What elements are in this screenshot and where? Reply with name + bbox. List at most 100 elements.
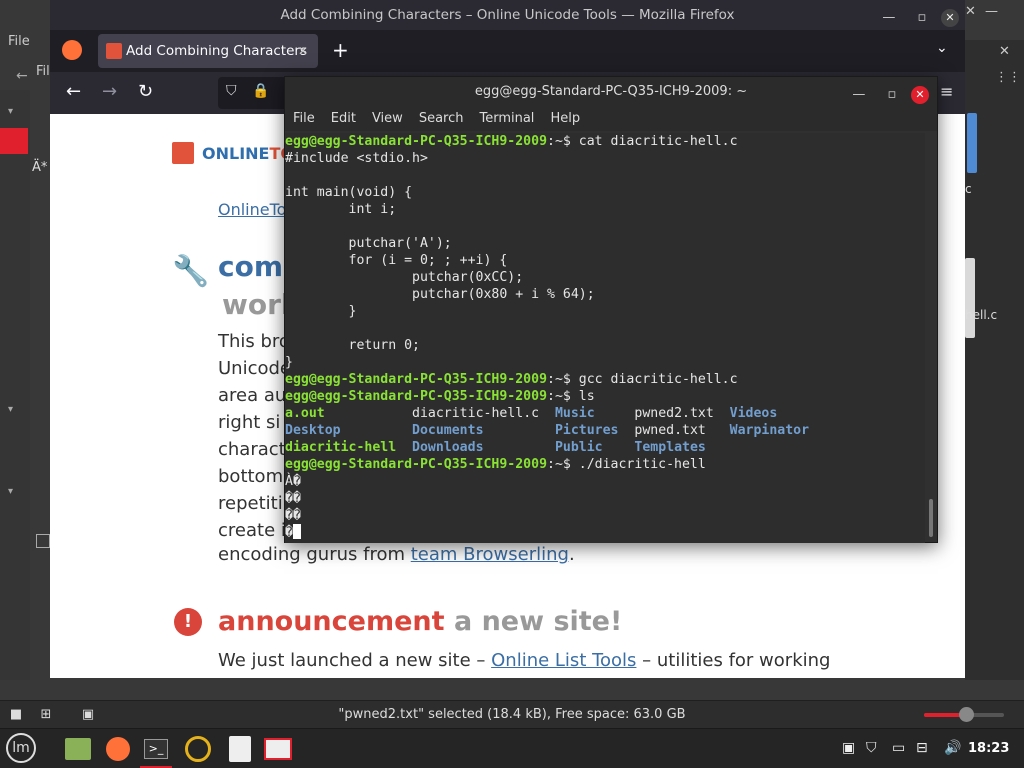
online-list-tools-link[interactable]: Online List Tools <box>491 650 636 671</box>
announcement-rest: a new site! <box>453 606 623 637</box>
close-icon[interactable]: ✕ <box>911 86 929 104</box>
menu-view[interactable]: View <box>364 107 411 130</box>
terminal-output[interactable]: egg@egg-Standard-PC-Q35-ICH9-2009:~$ cat… <box>285 133 925 543</box>
status-text: "pwned2.txt" selected (18.4 kB), Free sp… <box>338 707 686 722</box>
site-logo-text[interactable]: ONLINETO <box>202 144 294 163</box>
browserling-link[interactable]: team Browserling <box>411 544 569 565</box>
panel-toggle-icon[interactable] <box>36 534 50 548</box>
minimize-icon[interactable]: — <box>875 10 903 25</box>
program-output-line: À� <box>285 474 301 489</box>
menu-help[interactable]: Help <box>542 107 588 130</box>
lock-icon[interactable]: 🔒 <box>252 83 269 99</box>
terminal-command: :~$ gcc diacritic-hell.c <box>547 372 738 387</box>
grid-view-icon[interactable]: ⋮⋮ <box>995 70 1021 85</box>
ls-row: diacritic-hell Downloads Public Template… <box>285 439 925 456</box>
firefox-icon[interactable] <box>100 733 136 765</box>
ls-entry: diacritic-hell <box>285 440 413 455</box>
close-icon[interactable]: ✕ <box>941 9 959 27</box>
network-icon[interactable]: ⊟ <box>916 740 928 756</box>
zoom-slider-handle[interactable] <box>958 707 974 722</box>
terminal-scrollbar[interactable] <box>929 499 933 537</box>
window-title: Add Combining Characters – Online Unicod… <box>50 0 965 30</box>
menu-search[interactable]: Search <box>411 107 472 130</box>
ls-entry: Downloads <box>412 440 555 455</box>
maximize-icon[interactable]: ▫ <box>908 10 936 25</box>
terminal-icon[interactable]: >_ <box>138 733 174 768</box>
collapse-icon[interactable]: ▾ <box>8 404 13 415</box>
source-line: return 0; <box>285 338 420 353</box>
menu-icon[interactable]: ≡ <box>940 82 953 101</box>
source-line: int main(void) { <box>285 185 413 200</box>
source-line: #include <stdio.h> <box>285 151 428 166</box>
paragraph-last-line: encoding gurus from team Browserling. <box>218 544 575 565</box>
wrench-icon: 🔧 <box>172 254 210 289</box>
file-menu[interactable]: File <box>8 34 30 49</box>
file-icon[interactable] <box>965 258 975 338</box>
terminal-prompt: egg@egg-Standard-PC-Q35-ICH9-2009 <box>285 457 548 472</box>
clipboard-icon[interactable]: ▣ <box>842 740 855 756</box>
fm-minimize-icon[interactable]: — <box>985 4 998 19</box>
shield-icon[interactable]: ⛉ <box>866 740 877 756</box>
fm-close-icon[interactable]: ✕ <box>965 4 976 19</box>
new-tab-button[interactable]: + <box>332 38 349 62</box>
clock[interactable]: 18:23 <box>968 741 1009 756</box>
text-editor-icon[interactable] <box>222 733 258 765</box>
ls-entry: diacritic-hell.c <box>412 406 555 421</box>
collapse-icon[interactable]: ▾ <box>8 486 13 497</box>
minimize-icon[interactable]: — <box>845 87 873 102</box>
file-label: c <box>965 182 972 196</box>
reload-icon[interactable]: ↻ <box>138 81 153 102</box>
status-bar: ■ ⊞ ▣ "pwned2.txt" selected (18.4 kB), F… <box>0 700 1024 728</box>
list-tabs-icon[interactable]: ⌄ <box>936 40 948 56</box>
site-logo-icon[interactable] <box>172 142 194 164</box>
update-icon[interactable] <box>180 733 216 765</box>
close-icon[interactable]: ✕ <box>999 44 1010 59</box>
screenshot-icon[interactable] <box>260 733 296 765</box>
menu-edit[interactable]: Edit <box>323 107 364 130</box>
back-icon[interactable]: ← <box>16 68 28 84</box>
forward-icon[interactable]: → <box>102 81 117 102</box>
ls-entry: Documents <box>412 423 555 438</box>
maximize-icon[interactable]: ▫ <box>878 87 906 102</box>
ls-row: Desktop Documents Pictures pwned.txt War… <box>285 422 925 439</box>
terminal-command: :~$ ./diacritic-hell <box>547 457 706 472</box>
ls-row: a.out diacritic-hell.c Music pwned2.txt … <box>285 405 925 422</box>
ls-entry: Pictures <box>554 423 635 438</box>
back-icon[interactable]: ← <box>66 81 81 102</box>
program-output-line: �� <box>285 491 301 506</box>
terminal-menubar: File Edit View Search Terminal Help <box>285 107 937 131</box>
terminal-prompt-line: egg@egg-Standard-PC-Q35-ICH9-2009:~$ gcc… <box>285 371 925 388</box>
terminal-window: egg@egg-Standard-PC-Q35-ICH9-2009: ~ — ▫… <box>284 76 938 543</box>
file-manager-icon[interactable] <box>60 733 96 765</box>
source-line: for (i = 0; ; ++i) { <box>285 253 508 268</box>
breadcrumb-link[interactable]: OnlineTo <box>218 200 286 219</box>
menu-terminal[interactable]: Terminal <box>471 107 542 130</box>
ls-entry: Desktop <box>285 423 413 438</box>
source-line <box>285 320 925 337</box>
drive-icon[interactable]: ▭ <box>892 740 905 756</box>
sidebar-selected-item[interactable] <box>0 128 28 154</box>
window-controls: — ▫ ✕ <box>845 83 929 104</box>
tab-active[interactable]: Add Combining Characters ✕ <box>98 34 318 68</box>
announcement-text: We just launched a new site – Online Lis… <box>218 650 830 671</box>
program-output-line: � <box>285 524 925 541</box>
announcement-prefix: We just launched a new site – <box>218 650 492 671</box>
tab-close-icon[interactable]: ✕ <box>298 34 308 68</box>
firefox-icon[interactable] <box>62 40 82 60</box>
paragraph-text: encoding gurus from <box>218 544 411 565</box>
program-output-line: �� <box>285 508 301 523</box>
folder-icon[interactable] <box>967 113 977 173</box>
menu-file[interactable]: File <box>285 107 323 130</box>
source-line: } <box>285 304 357 319</box>
collapse-icon[interactable]: ▾ <box>8 106 13 117</box>
terminal-prompt-line: egg@egg-Standard-PC-Q35-ICH9-2009:~$ ls <box>285 388 925 405</box>
mint-logo-icon: lm <box>6 733 36 763</box>
ls-entry <box>730 440 825 455</box>
volume-icon[interactable]: 🔊 <box>944 740 961 756</box>
file-menu-2[interactable]: Fil <box>36 64 50 79</box>
logo-text-a: ONLINE <box>202 144 270 163</box>
ls-entry: pwned.txt <box>634 423 730 438</box>
shield-icon[interactable]: ⛉ <box>226 83 237 99</box>
ls-entry: Public <box>554 440 635 455</box>
start-menu-button[interactable]: lm <box>6 733 36 763</box>
